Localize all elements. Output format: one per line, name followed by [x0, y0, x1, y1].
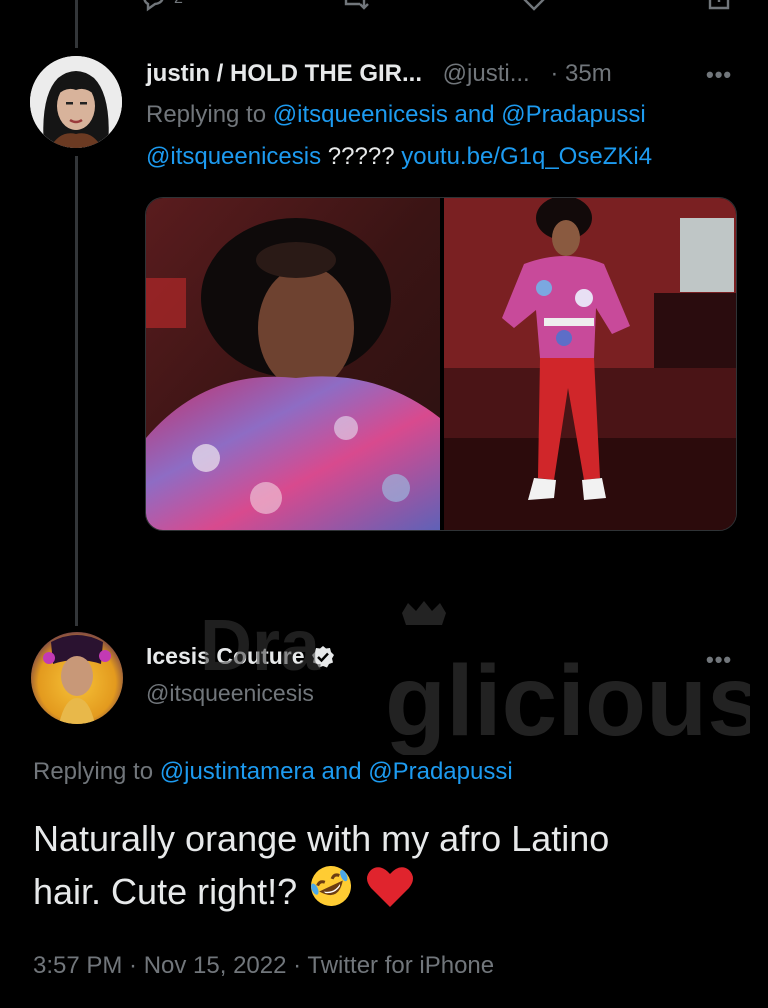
mention-link[interactable]: @itsqueenicesis: [273, 101, 448, 128]
replying-to: Replying to @itsqueenicesis and @Pradapu…: [146, 101, 646, 129]
mention-link[interactable]: @itsqueenicesis: [146, 143, 321, 170]
replying-and: and: [454, 101, 495, 128]
avatar-image: [31, 632, 123, 724]
svg-text:glicious: glicious: [385, 645, 750, 755]
reply-action[interactable]: 2: [140, 0, 183, 12]
avatar[interactable]: [31, 632, 123, 724]
mention-link[interactable]: @justintamera: [160, 758, 315, 785]
display-name[interactable]: justin / HOLD THE GIR...: [146, 60, 422, 87]
tweet-author[interactable]: Icesis Couture: [146, 643, 335, 670]
media-grid[interactable]: [145, 197, 737, 531]
avatar[interactable]: [30, 56, 122, 148]
rofl-emoji-icon: [311, 866, 352, 906]
retweet-icon: [344, 0, 369, 10]
mention-link[interactable]: @Pradapussi: [368, 758, 512, 785]
reply-count: 2: [174, 0, 183, 8]
share-action[interactable]: [706, 0, 732, 12]
tweet-time[interactable]: · 35m: [550, 60, 611, 87]
display-name[interactable]: Icesis Couture: [146, 643, 305, 670]
thread-line-top: [75, 0, 78, 48]
tweet-header: justin / HOLD THE GIR... @justi... · 35m: [146, 60, 612, 88]
replying-prefix: Replying to: [33, 758, 154, 785]
mention-link[interactable]: @Pradapussi: [501, 101, 645, 128]
tweet-text-line: Naturally orange with my afro Latino: [33, 818, 610, 859]
user-handle[interactable]: @itsqueenicesis: [146, 680, 314, 707]
share-icon: [708, 0, 730, 10]
more-options-icon[interactable]: •••: [706, 647, 732, 673]
replying-to: Replying to @justintamera and @Pradapuss…: [33, 758, 513, 786]
media-image-left[interactable]: [146, 198, 440, 530]
replying-and: and: [321, 758, 362, 785]
tweet-timestamp[interactable]: 3:57 PM · Nov 15, 2022 · Twitter for iPh…: [33, 952, 494, 980]
photo-fullbody: [444, 198, 736, 530]
retweet-action[interactable]: [340, 0, 370, 12]
tweet-text-line-2: hair. Cute right!?: [33, 862, 753, 915]
photo-closeup: [146, 198, 440, 530]
verified-badge-icon: [311, 645, 334, 667]
heart-icon: [523, 0, 545, 11]
tweet-text-line: hair. Cute right!?: [33, 871, 298, 912]
replying-prefix: Replying to: [146, 101, 267, 128]
like-action[interactable]: [520, 0, 548, 12]
draglicious-watermark-logo: Dra glicious: [200, 601, 750, 755]
tweet-body: ?????: [327, 143, 395, 170]
tweet-action-bar: 2: [140, 0, 740, 12]
url-link[interactable]: youtu.be/G1q_OseZKi4: [401, 143, 652, 170]
more-options-icon[interactable]: •••: [706, 62, 732, 88]
media-image-right[interactable]: [444, 198, 736, 530]
avatar-image: [30, 56, 122, 148]
thread-line: [75, 156, 78, 626]
user-handle[interactable]: @justi...: [443, 60, 530, 87]
red-heart-emoji-icon: [367, 867, 414, 907]
tweet-text: @itsqueenicesis ????? youtu.be/G1q_OseZK…: [146, 143, 652, 171]
tweet-text: Naturally orange with my afro Latino hai…: [33, 816, 753, 915]
reply-icon: [143, 0, 164, 12]
